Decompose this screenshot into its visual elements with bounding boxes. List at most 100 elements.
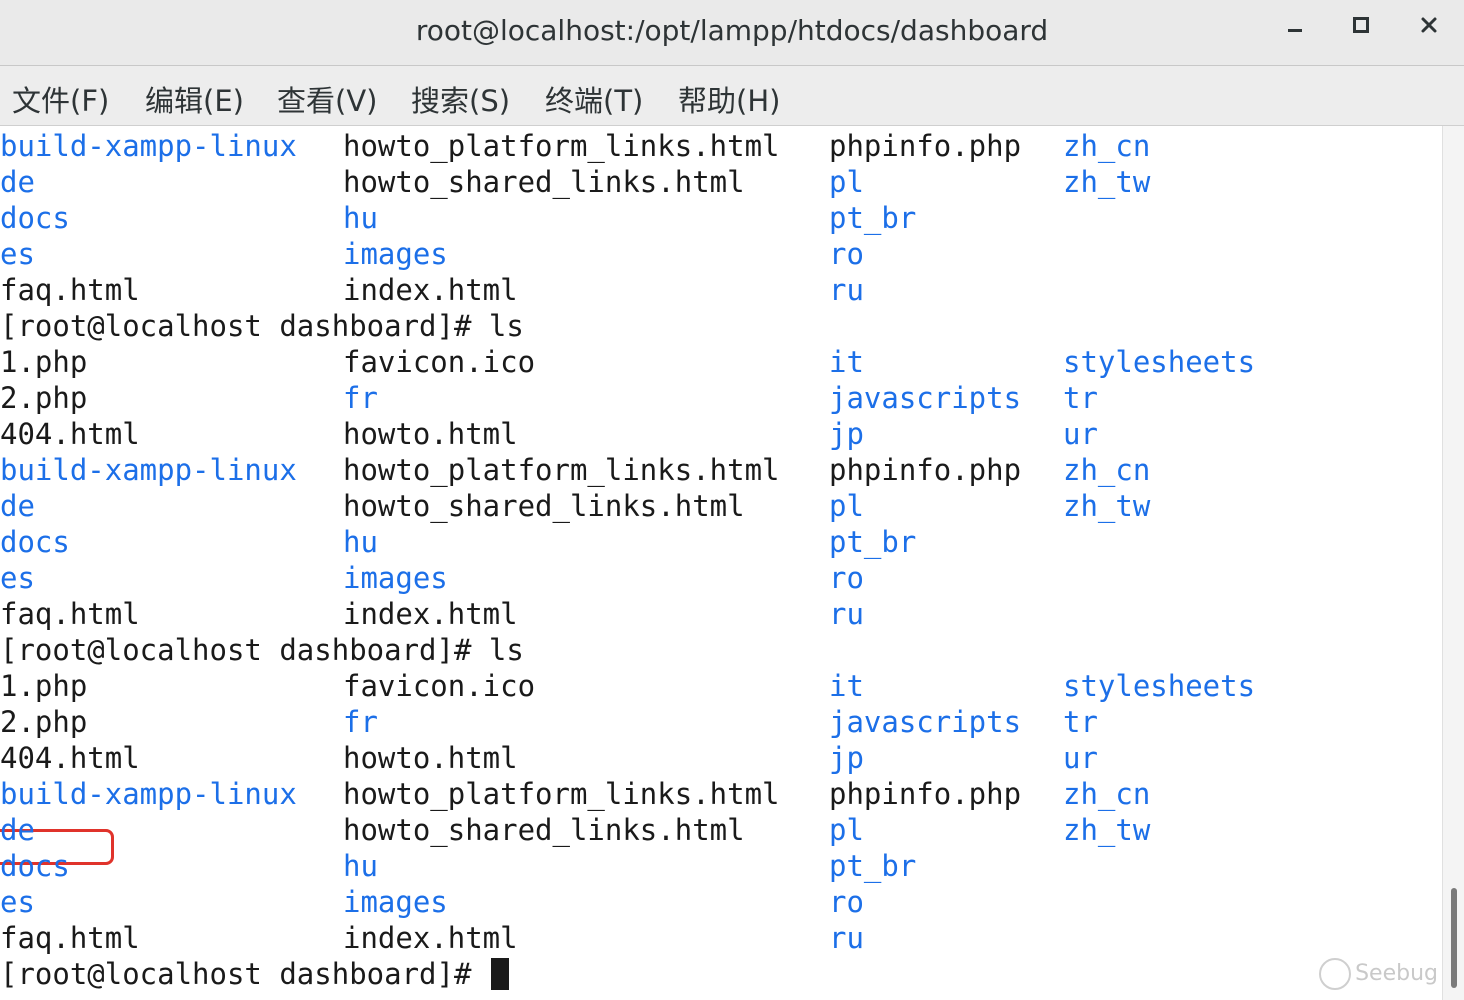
terminal-line: 404.html howto.html jp ur	[0, 416, 1442, 452]
terminal-line: [root@localhost dashboard]# ls	[0, 632, 1442, 668]
directory-entry: images	[343, 561, 448, 595]
directory-entry: hu	[343, 201, 378, 235]
file-entry: faq.html	[0, 921, 140, 955]
menu-help[interactable]: 帮助(H)	[678, 78, 780, 120]
directory-entry: ro	[829, 885, 864, 919]
terminal-line: docs hu pt_br	[0, 848, 1442, 884]
close-button[interactable]	[1412, 16, 1446, 50]
directory-entry: zh_cn	[1063, 453, 1151, 487]
file-entry: index.html	[343, 921, 518, 955]
directory-entry: es	[0, 237, 35, 271]
close-icon	[1421, 17, 1437, 33]
title-bar[interactable]: root@localhost:/opt/lampp/htdocs/dashboa…	[0, 0, 1464, 66]
directory-entry: es	[0, 561, 35, 595]
file-entry: 2.php	[0, 381, 88, 415]
file-entry: index.html	[343, 273, 518, 307]
terminal-line: de howto_shared_links.html pl zh_tw	[0, 164, 1442, 200]
directory-entry: it	[829, 669, 864, 703]
file-entry: favicon.ico	[343, 345, 536, 379]
directory-entry: zh_tw	[1063, 489, 1151, 523]
directory-entry: pt_br	[829, 201, 917, 235]
directory-entry: de	[0, 165, 35, 199]
menu-view[interactable]: 查看(V)	[277, 78, 377, 120]
watermark: Seebug	[1319, 958, 1438, 990]
terminal-output[interactable]: build-xampp-linux howto_platform_links.ht…	[0, 126, 1442, 1000]
directory-entry: build-xampp-linux	[0, 129, 297, 163]
directory-entry: fr	[343, 381, 378, 415]
file-entry: howto_platform_links.html	[343, 777, 780, 811]
terminal-line: es images ro	[0, 884, 1442, 920]
directory-entry: pt_br	[829, 525, 917, 559]
directory-entry: build-xampp-linux	[0, 453, 297, 487]
directory-entry: ru	[829, 921, 864, 955]
directory-entry: de	[0, 813, 35, 847]
directory-entry: pl	[829, 165, 864, 199]
directory-entry: es	[0, 885, 35, 919]
terminal-cursor	[491, 958, 509, 990]
directory-entry: hu	[343, 525, 378, 559]
directory-entry: stylesheets	[1063, 345, 1256, 379]
directory-entry: ro	[829, 237, 864, 271]
menu-terminal[interactable]: 终端(T)	[545, 78, 643, 120]
directory-entry: docs	[0, 201, 70, 235]
scrollbar[interactable]	[1442, 126, 1464, 1000]
directory-entry: docs	[0, 849, 70, 883]
minimize-button[interactable]	[1278, 16, 1312, 50]
menu-search[interactable]: 搜索(S)	[411, 78, 510, 120]
file-entry: 1.php	[0, 345, 88, 379]
shell-prompt: [root@localhost dashboard]# ls	[0, 309, 524, 343]
terminal-line: faq.html index.html ru	[0, 596, 1442, 632]
directory-entry: stylesheets	[1063, 669, 1256, 703]
directory-entry: ur	[1063, 417, 1098, 451]
terminal-line: build-xampp-linux howto_platform_links.ht…	[0, 128, 1442, 164]
file-entry: index.html	[343, 597, 518, 631]
window-title: root@localhost:/opt/lampp/htdocs/dashboa…	[415, 14, 1049, 47]
file-entry: howto_shared_links.html	[343, 813, 745, 847]
scrollbar-thumb[interactable]	[1451, 888, 1457, 988]
terminal-line: 404.html howto.html jp ur	[0, 740, 1442, 776]
terminal-line: de howto_shared_links.html pl zh_tw	[0, 488, 1442, 524]
directory-entry: it	[829, 345, 864, 379]
terminal-line: de howto_shared_links.html pl zh_tw	[0, 812, 1442, 848]
directory-entry: zh_tw	[1063, 165, 1151, 199]
maximize-button[interactable]	[1344, 16, 1378, 50]
directory-entry: ru	[829, 597, 864, 631]
directory-entry: ro	[829, 561, 864, 595]
terminal-line: 1.php favicon.ico it stylesheets	[0, 344, 1442, 380]
directory-entry: zh_cn	[1063, 777, 1151, 811]
file-entry: 404.html	[0, 741, 140, 775]
file-entry: howto_platform_links.html	[343, 129, 780, 163]
terminal-window: root@localhost:/opt/lampp/htdocs/dashboa…	[0, 0, 1464, 1000]
directory-entry: ur	[1063, 741, 1098, 775]
terminal-line: docs hu pt_br	[0, 524, 1442, 560]
directory-entry: zh_tw	[1063, 813, 1151, 847]
menu-file[interactable]: 文件(F)	[12, 78, 109, 120]
terminal-line: [root@localhost dashboard]#	[0, 956, 1442, 992]
file-entry: howto_shared_links.html	[343, 489, 745, 523]
terminal-line: build-xampp-linux howto_platform_links.ht…	[0, 452, 1442, 488]
seebug-logo-icon	[1319, 958, 1352, 990]
file-entry: phpinfo.php	[829, 129, 1022, 163]
directory-entry: build-xampp-linux	[0, 777, 297, 811]
directory-entry: tr	[1063, 381, 1098, 415]
watermark-text: Seebug	[1355, 961, 1438, 986]
terminal-line: es images ro	[0, 236, 1442, 272]
directory-entry: jp	[829, 741, 864, 775]
shell-prompt: [root@localhost dashboard]# ls	[0, 633, 524, 667]
terminal-line: build-xampp-linux howto_platform_links.ht…	[0, 776, 1442, 812]
directory-entry: images	[343, 885, 448, 919]
file-entry: howto_platform_links.html	[343, 453, 780, 487]
file-entry: howto.html	[343, 741, 518, 775]
minimize-icon	[1288, 29, 1302, 32]
terminal-line: faq.html index.html ru	[0, 920, 1442, 956]
file-entry: howto_shared_links.html	[343, 165, 745, 199]
directory-entry: fr	[343, 705, 378, 739]
directory-entry: ru	[829, 273, 864, 307]
directory-entry: pl	[829, 489, 864, 523]
terminal-line: es images ro	[0, 560, 1442, 596]
file-entry: favicon.ico	[343, 669, 536, 703]
terminal-line: 2.php fr javascripts tr	[0, 704, 1442, 740]
menu-edit[interactable]: 编辑(E)	[145, 78, 244, 120]
directory-entry: hu	[343, 849, 378, 883]
directory-entry: zh_cn	[1063, 129, 1151, 163]
